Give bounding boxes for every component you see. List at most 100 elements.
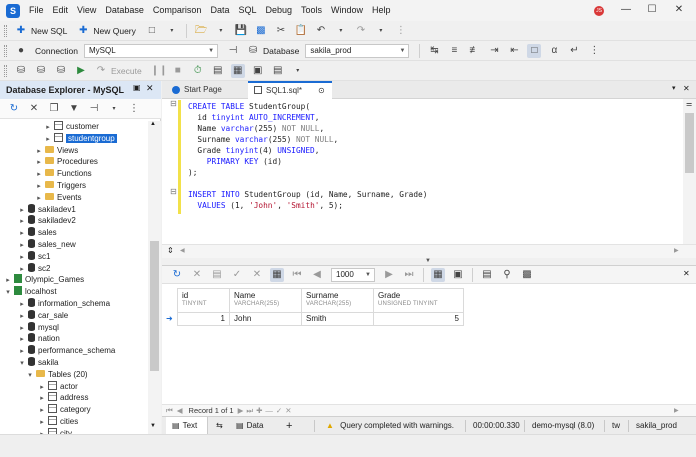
code-line[interactable]: Grade tinyint(4) UNSIGNED, <box>188 145 427 156</box>
tree-item[interactable]: ▸ sales_new <box>18 239 76 251</box>
tree-item[interactable]: ▸ performance_schema <box>18 345 115 357</box>
collapse-icon[interactable]: ▾ <box>4 287 12 299</box>
new-connection-icon[interactable]: ⊣ <box>87 102 101 116</box>
uncomment-icon[interactable]: ≢ <box>467 44 481 58</box>
menu-file[interactable]: File <box>29 0 44 21</box>
dropdown-arrow-icon[interactable]: ▾ <box>214 24 228 38</box>
cell-surname[interactable]: Smith <box>301 312 374 326</box>
text-view-tab[interactable]: ▤ Text <box>166 417 208 435</box>
menu-edit[interactable]: Edit <box>53 0 69 21</box>
fold-icon[interactable]: ⊟ <box>170 187 177 196</box>
menu-comparison[interactable]: Comparison <box>153 0 202 21</box>
redo-icon[interactable]: ↷ <box>354 24 368 38</box>
grid-mode-icon[interactable]: ▦ <box>431 267 445 282</box>
swap-icon[interactable]: ⇆ <box>216 417 223 435</box>
cancel-icon[interactable]: ✕ <box>190 268 204 282</box>
new-sql-button[interactable]: New SQL <box>31 26 67 36</box>
fold-icon[interactable]: ⊟ <box>170 99 177 108</box>
tree-item[interactable]: ▾ localhost <box>4 286 57 298</box>
tree-item[interactable]: ▸ Procedures <box>35 156 98 168</box>
refresh-icon[interactable]: ↻ <box>170 268 184 282</box>
cell-grade[interactable]: 5 <box>373 312 464 326</box>
dropdown-arrow-icon[interactable]: ▾ <box>107 102 121 116</box>
columns-icon[interactable]: ▤ <box>480 268 494 282</box>
editor-hscrollbar[interactable]: ⇕ ◀ ▶ <box>162 244 696 258</box>
dropdown-arrow-icon[interactable]: ▾ <box>374 24 388 38</box>
cancel-record-icon[interactable]: ✕ <box>285 406 291 415</box>
next-page-icon[interactable]: ▶ <box>382 268 396 282</box>
filter-icon[interactable]: ▼ <box>67 102 81 116</box>
scroll-left-icon[interactable]: ◀ <box>180 247 185 254</box>
sql-editor[interactable]: ⊟ ⊟ CREATE TABLE StudentGroup( id tinyin… <box>162 99 696 258</box>
tab-list-icon[interactable]: ▾ <box>672 84 676 92</box>
close-window-icon[interactable]: ✕ <box>667 0 691 21</box>
cell-id[interactable]: 1 <box>177 312 230 326</box>
export-icon[interactable]: ▩ <box>520 268 534 282</box>
column-header-name[interactable]: Name VARCHAR(255) <box>229 288 302 313</box>
outdent-icon[interactable]: ⇤ <box>507 44 521 58</box>
code-line[interactable] <box>188 178 427 189</box>
tree-item[interactable]: ▸ sakiladev1 <box>18 203 76 216</box>
close-results-icon[interactable]: ✕ <box>683 269 690 278</box>
comment-icon[interactable]: ≡ <box>447 44 461 58</box>
collapse-icon[interactable]: ▾ <box>26 370 34 382</box>
column-header-surname[interactable]: Surname VARCHAR(255) <box>301 288 374 313</box>
discard-icon[interactable]: ✕ <box>250 268 264 282</box>
tree-item[interactable]: ▸ sakiladev2 <box>18 215 76 227</box>
page-size-select[interactable]: 1000 ▼ <box>331 267 375 282</box>
code-line[interactable]: ); <box>188 167 427 178</box>
tree-item[interactable]: ▸ studentgroup <box>44 132 117 145</box>
minimize-icon[interactable]: — <box>614 0 638 21</box>
save-all-icon[interactable]: ▩ <box>254 24 268 38</box>
tree-item[interactable]: ▸ mysql <box>18 321 59 334</box>
plug-icon[interactable]: ● <box>14 44 28 58</box>
dropdown-arrow-icon[interactable]: ▾ <box>291 64 305 78</box>
prev-record-icon[interactable]: ◀ <box>177 406 183 415</box>
dropdown-arrow-icon[interactable]: ▾ <box>334 24 348 38</box>
tree-item[interactable]: ▸ customer <box>44 121 99 133</box>
close-panel-icon[interactable]: ✕ <box>146 83 154 94</box>
apply-icon[interactable]: ✓ <box>230 268 244 282</box>
scroll-right-icon[interactable]: ▶ <box>674 247 679 254</box>
connection-select[interactable]: MySQL ▼ <box>84 43 219 58</box>
execute-button[interactable]: Execute <box>111 66 142 76</box>
column-header-grade[interactable]: Grade UNSIGNED TINYINT <box>373 288 464 313</box>
cell-name[interactable]: John <box>229 312 302 326</box>
tree-item[interactable]: ▸ Triggers <box>35 180 86 192</box>
more-icon[interactable]: ⋮ <box>394 24 408 38</box>
post-record-icon[interactable]: ✓ <box>276 406 282 415</box>
table-row[interactable]: 1 John Smith 5 <box>177 312 464 326</box>
menu-help[interactable]: Help <box>372 0 391 21</box>
database-select[interactable]: sakila_prod ▼ <box>305 43 410 58</box>
stop-icon[interactable]: ■ <box>171 64 185 78</box>
open-folder-icon[interactable]: 🗁 <box>194 24 208 38</box>
pin-icon[interactable]: ▣ <box>133 83 141 92</box>
tree-item[interactable]: ▸ car_sale <box>18 309 68 322</box>
tree-item[interactable]: ▸ address <box>38 392 88 404</box>
menu-sql[interactable]: SQL <box>238 0 256 21</box>
tree-item[interactable]: ▸ sc1 <box>18 250 50 263</box>
delete-icon[interactable]: ✕ <box>27 102 41 116</box>
save-icon[interactable]: 💾 <box>234 24 248 38</box>
split-icon[interactable]: ⚌ <box>686 100 692 108</box>
tree-item[interactable]: ▸ actor <box>38 380 78 393</box>
grid-icon[interactable]: ▦ <box>230 63 245 78</box>
more-icon[interactable]: ⋮ <box>587 44 601 58</box>
tree-item[interactable]: ▸ Olympic_Games <box>4 274 84 286</box>
menu-tools[interactable]: Tools <box>301 0 322 21</box>
sql-mode-icon[interactable]: □ <box>527 43 542 58</box>
more-icon[interactable]: ⋮ <box>127 102 141 116</box>
code-line[interactable]: id tinyint AUTO_INCREMENT, <box>188 112 427 123</box>
undo-icon[interactable]: ↶ <box>314 24 328 38</box>
code-line[interactable]: PRIMARY KEY (id) <box>188 156 427 167</box>
add-record-icon[interactable]: ✚ <box>256 406 262 415</box>
code-line[interactable]: Name varchar(255) NOT NULL, <box>188 123 427 134</box>
tree-item[interactable]: ▸ information_schema <box>18 298 110 310</box>
last-page-icon[interactable]: ⏭ <box>402 268 416 282</box>
close-icon[interactable]: ✕ <box>683 84 690 93</box>
tree-item[interactable]: ▸ sc2 <box>18 262 50 275</box>
pause-icon[interactable]: ❙❙ <box>151 64 168 78</box>
new-query-button[interactable]: New Query <box>93 26 136 36</box>
menu-database[interactable]: Database <box>105 0 144 21</box>
tree-item[interactable]: ▸ Views <box>35 145 78 157</box>
